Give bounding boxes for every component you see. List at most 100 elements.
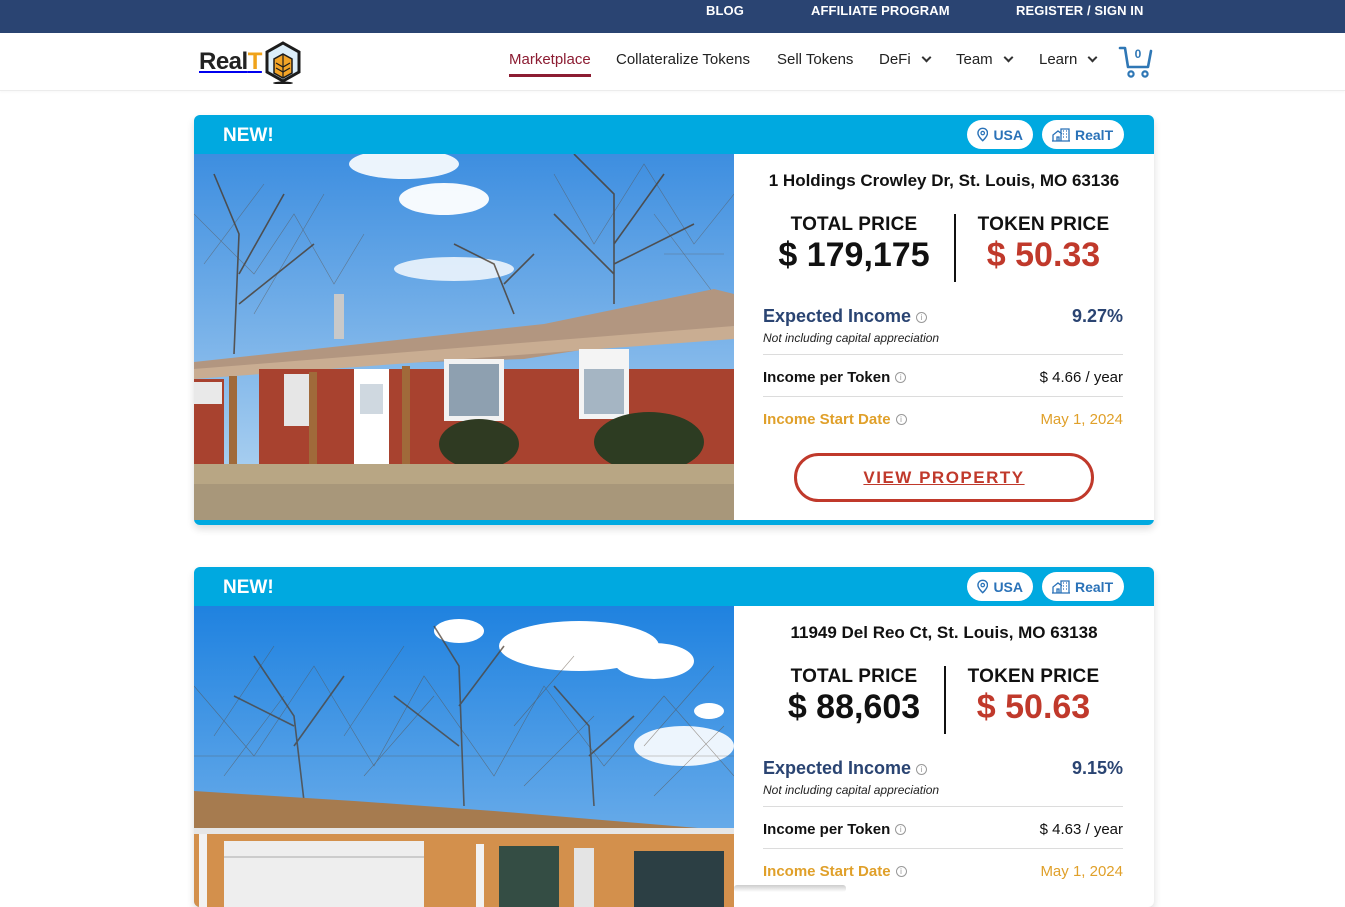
property-card: NEW! USA RealT bbox=[194, 567, 1154, 907]
info-icon[interactable]: i bbox=[895, 866, 907, 877]
price-divider bbox=[944, 666, 946, 734]
main-header: RealT Marketplace Collateralize Tokens S… bbox=[0, 33, 1345, 91]
chevron-down-icon bbox=[921, 52, 932, 63]
income-start-date-row: Income Start Date i May 1, 2024 bbox=[763, 397, 1123, 439]
info-icon[interactable]: i bbox=[916, 764, 928, 775]
info-icon[interactable]: i bbox=[895, 824, 907, 835]
total-price-value: $ 179,175 bbox=[778, 236, 930, 274]
building-icon bbox=[1052, 127, 1070, 142]
income-per-token-label: Income per Token i bbox=[763, 369, 907, 386]
expected-income-label: Expected Income i bbox=[763, 758, 928, 779]
logo-wordmark: RealT bbox=[199, 48, 262, 76]
active-nav-underline bbox=[509, 74, 591, 77]
country-chip-label: USA bbox=[993, 126, 1023, 143]
income-start-date-value: May 1, 2024 bbox=[1040, 411, 1123, 428]
token-price-label: TOKEN PRICE bbox=[977, 214, 1110, 235]
expected-income-label-text: Expected Income bbox=[763, 306, 912, 326]
card-accent-bar bbox=[194, 520, 1154, 525]
nav-learn-label: Learn bbox=[1039, 51, 1078, 68]
country-chip-label: USA bbox=[993, 578, 1023, 595]
expected-income-label-text: Expected Income bbox=[763, 758, 912, 778]
price-block: TOTAL PRICE $ 88,603 TOKEN PRICE $ 50.63 bbox=[734, 666, 1154, 734]
brand-chip[interactable]: RealT bbox=[1042, 572, 1124, 601]
logo-text-real: Real bbox=[199, 48, 248, 75]
nav-learn[interactable]: Learn bbox=[1039, 51, 1098, 68]
country-chip[interactable]: USA bbox=[967, 120, 1033, 149]
price-divider bbox=[954, 214, 956, 282]
nav-defi-label: DeFi bbox=[879, 51, 911, 68]
property-photo[interactable] bbox=[194, 154, 734, 520]
affiliate-program-link[interactable]: AFFILIATE PROGRAM bbox=[811, 3, 950, 18]
expected-income-row: Expected Income i 9.15% Not including cap… bbox=[763, 758, 1123, 807]
info-icon[interactable]: i bbox=[895, 414, 907, 425]
income-per-token-label: Income per Token i bbox=[763, 821, 907, 838]
nav-marketplace[interactable]: Marketplace bbox=[509, 51, 591, 68]
income-details: Expected Income i 9.15% Not including cap… bbox=[763, 758, 1123, 891]
logo-text-t: T bbox=[247, 48, 263, 75]
info-icon[interactable]: i bbox=[895, 372, 907, 383]
new-badge: NEW! bbox=[223, 577, 274, 598]
income-start-date-value: May 1, 2024 bbox=[1040, 863, 1123, 880]
expected-income-value: 9.27% bbox=[1071, 306, 1123, 326]
new-badge: NEW! bbox=[223, 125, 274, 146]
income-start-date-label-text: Income Start Date bbox=[763, 863, 891, 880]
expected-income-value: 9.15% bbox=[1071, 758, 1123, 778]
nav-team-label: Team bbox=[956, 51, 993, 68]
expected-income-note: Not including capital appreciation bbox=[763, 783, 940, 797]
view-property-button[interactable]: VIEW PROPERTY bbox=[794, 453, 1094, 502]
token-price-value: $ 50.33 bbox=[986, 236, 1101, 274]
brand-chip-label: RealT bbox=[1075, 578, 1114, 595]
property-card: NEW! USA RealT bbox=[194, 115, 1154, 525]
nav-team[interactable]: Team bbox=[956, 51, 1014, 68]
realt-logo[interactable]: RealT bbox=[199, 40, 303, 84]
card-header: NEW! USA RealT bbox=[194, 115, 1154, 154]
building-icon bbox=[1052, 579, 1070, 594]
card-header: NEW! USA RealT bbox=[194, 567, 1154, 606]
cart-count: 0 bbox=[1134, 47, 1142, 61]
register-sign-in-link[interactable]: REGISTER / SIGN IN bbox=[1016, 3, 1143, 18]
income-per-token-value: $ 4.66 / year bbox=[1039, 369, 1123, 386]
token-price-col: TOKEN PRICE $ 50.33 bbox=[966, 214, 1121, 274]
total-price-col: TOTAL PRICE $ 88,603 bbox=[774, 666, 934, 726]
nav-defi[interactable]: DeFi bbox=[879, 51, 932, 68]
nav-collateralize-tokens[interactable]: Collateralize Tokens bbox=[616, 51, 750, 68]
income-start-date-label: Income Start Date i bbox=[763, 411, 907, 428]
country-chip[interactable]: USA bbox=[967, 572, 1033, 601]
nav-sell-tokens[interactable]: Sell Tokens bbox=[777, 51, 853, 68]
income-per-token-value: $ 4.63 / year bbox=[1039, 821, 1123, 838]
total-price-label: TOTAL PRICE bbox=[790, 666, 918, 687]
brand-chip[interactable]: RealT bbox=[1042, 120, 1124, 149]
token-price-value: $ 50.63 bbox=[976, 688, 1091, 726]
house-photo-image bbox=[194, 154, 734, 520]
location-pin-icon bbox=[977, 127, 989, 142]
income-per-token-row: Income per Token i $ 4.63 / year bbox=[763, 807, 1123, 849]
location-pin-icon bbox=[977, 579, 989, 594]
expected-income-label: Expected Income i bbox=[763, 306, 928, 327]
income-details: Expected Income i 9.27% Not including cap… bbox=[763, 306, 1123, 439]
total-price-col: TOTAL PRICE $ 179,175 bbox=[774, 214, 934, 274]
token-price-col: TOKEN PRICE $ 50.63 bbox=[956, 666, 1111, 726]
income-per-token-label-text: Income per Token bbox=[763, 369, 891, 386]
income-start-date-label: Income Start Date i bbox=[763, 863, 907, 880]
property-address[interactable]: 11949 Del Reo Ct, St. Louis, MO 63138 bbox=[734, 623, 1154, 643]
income-per-token-label-text: Income per Token bbox=[763, 821, 891, 838]
income-per-token-row: Income per Token i $ 4.66 / year bbox=[763, 355, 1123, 397]
expected-income-row: Expected Income i 9.27% Not including cap… bbox=[763, 306, 1123, 355]
blog-link[interactable]: BLOG bbox=[706, 3, 744, 18]
house-photo-image bbox=[194, 606, 734, 907]
expected-income-note: Not including capital appreciation bbox=[763, 331, 940, 345]
token-price-label: TOKEN PRICE bbox=[967, 666, 1100, 687]
top-bar: BLOG AFFILIATE PROGRAM REGISTER / SIGN I… bbox=[0, 0, 1345, 33]
income-start-date-label-text: Income Start Date bbox=[763, 411, 891, 428]
property-address[interactable]: 1 Holdings Crowley Dr, St. Louis, MO 631… bbox=[734, 171, 1154, 191]
chevron-down-icon bbox=[1087, 52, 1098, 63]
property-photo[interactable] bbox=[194, 606, 734, 907]
info-icon[interactable]: i bbox=[916, 312, 928, 323]
total-price-label: TOTAL PRICE bbox=[790, 214, 918, 235]
price-block: TOTAL PRICE $ 179,175 TOKEN PRICE $ 50.3… bbox=[734, 214, 1154, 282]
brand-chip-label: RealT bbox=[1075, 126, 1114, 143]
cube-logo-icon bbox=[265, 41, 301, 84]
chevron-down-icon bbox=[1003, 52, 1014, 63]
total-price-value: $ 88,603 bbox=[787, 688, 921, 726]
floating-element-shadow bbox=[734, 885, 846, 892]
